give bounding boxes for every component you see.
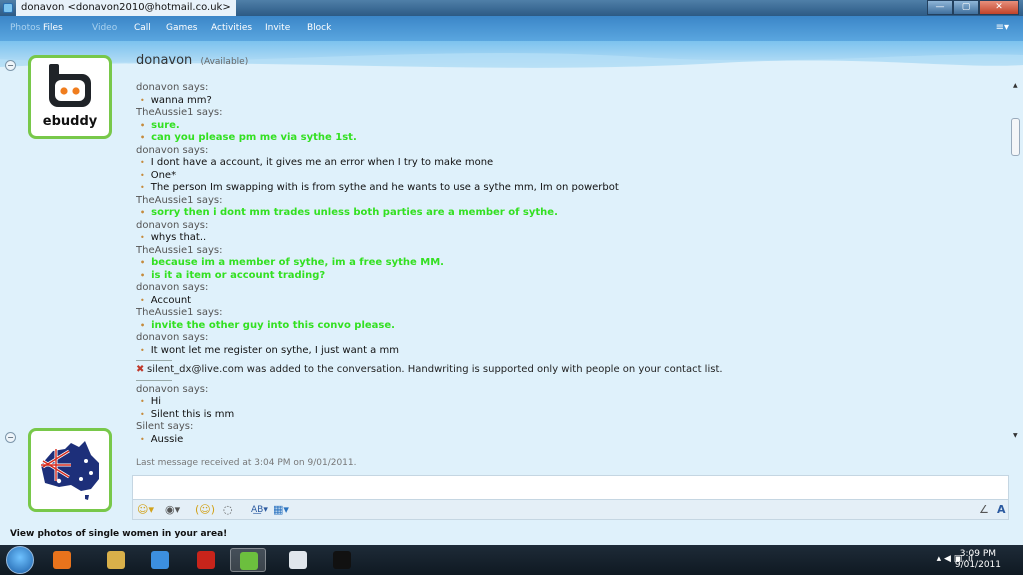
messenger-icon [240, 552, 258, 570]
sender-label: TheAussie1 says: [136, 194, 223, 206]
close-button[interactable]: ✕ [979, 0, 1019, 15]
text-mode-icon[interactable]: A [997, 502, 1006, 518]
collapse-bottom-button[interactable]: − [5, 432, 16, 443]
sender-label: Silent says: [136, 421, 194, 432]
maximize-button[interactable]: ▢ [953, 0, 979, 15]
command-prompt-icon [333, 551, 351, 569]
separator [136, 379, 172, 381]
scroll-down-arrow[interactable]: ▼ [1013, 432, 1018, 439]
chat-message: wanna mm? [136, 95, 1006, 108]
contact-added-icon: ✖ [136, 364, 145, 375]
title-bar: donavon <donavon2010@hotmail.co.uk> — ▢ … [0, 0, 1023, 16]
minimize-button[interactable]: — [927, 0, 953, 15]
chat-message: One* [136, 170, 1006, 183]
handwriting-icon[interactable]: ∠ [979, 502, 989, 518]
taskbar-media-player[interactable] [44, 548, 80, 572]
system-notification-text: silent_dx@live.com was added to the conv… [147, 364, 723, 375]
collapse-top-button[interactable]: − [5, 60, 16, 71]
chat-message: It wont let me register on sythe, I just… [136, 345, 1006, 358]
sender-label: TheAussie1 says: [136, 244, 223, 256]
sender-label: donavon says: [136, 282, 209, 293]
toolbar-call[interactable]: Call [134, 16, 151, 41]
chat-message: Aussie [136, 434, 1006, 447]
taskbar-messenger[interactable] [230, 548, 266, 572]
explorer-icon [107, 551, 125, 569]
chat-message: whys that.. [136, 232, 1006, 245]
toolbar-video[interactable]: Video [92, 16, 117, 41]
sender-label: donavon says: [136, 383, 209, 395]
last-message-info: Last message received at 3:04 PM on 9/01… [136, 458, 357, 468]
toolbar-block[interactable]: Block [307, 16, 331, 41]
sender-label: TheAussie1 says: [136, 107, 223, 118]
start-button[interactable] [6, 546, 34, 574]
conversation-history[interactable]: donavon says:wanna mm?TheAussie1 says:su… [136, 82, 1006, 455]
window-title: donavon <donavon2010@hotmail.co.uk> [16, 0, 236, 16]
chat-message: sure. [136, 120, 1006, 133]
sender-label: donavon says: [136, 219, 209, 231]
window-app-icon [289, 551, 307, 569]
windows-taskbar: ▴ ◀ ▣ .ıl 3:09 PM 9/01/2011 [0, 545, 1023, 575]
contact-name: donavon (Available) [136, 53, 248, 68]
font-icon[interactable]: A͟B▾ [251, 502, 268, 518]
chat-message: sorry then i dont mm trades unless both … [136, 207, 1006, 220]
sender-label: donavon says: [136, 82, 209, 93]
system-notification: ✖ silent_dx@live.com was added to the con… [136, 364, 1006, 377]
conversation-toolbar: Photos Files Video Call Games Activities… [0, 16, 1023, 41]
toolbar-invite[interactable]: Invite [265, 16, 290, 41]
system-clock[interactable]: 3:09 PM 9/01/2011 [955, 549, 1001, 571]
taskbar-command-prompt[interactable] [324, 548, 360, 572]
chat-message: because im a member of sythe, im a free … [136, 257, 1006, 270]
my-avatar[interactable]: ebuddy [28, 55, 112, 139]
australia-map-picture [41, 441, 99, 500]
contact-avatar[interactable] [28, 428, 112, 512]
taskbar-window-app[interactable] [280, 548, 316, 572]
taskbar-internet-explorer[interactable] [142, 548, 178, 572]
chat-message: Silent this is mm [136, 409, 1006, 422]
clock-date: 9/01/2011 [954, 560, 1001, 570]
chat-message: invite the other guy into this convo ple… [136, 320, 1006, 333]
sender-label: donavon says: [136, 144, 209, 156]
ebuddy-wordmark: ebuddy [42, 114, 98, 129]
toolbar-photos[interactable]: Photos [10, 16, 40, 41]
background-icon[interactable]: ▦▾ [273, 502, 289, 518]
voice-clip-icon[interactable]: ◌ [223, 502, 233, 518]
chat-message: Account [136, 295, 1006, 308]
separator [136, 360, 172, 361]
chat-message: The person Im swapping with is from syth… [136, 182, 1006, 195]
toolbar-activities[interactable]: Activities [211, 16, 252, 41]
clock-time: 3:09 PM [959, 549, 997, 559]
scroll-thumb[interactable] [1011, 118, 1020, 156]
chat-message: is it a item or account trading? [136, 270, 1006, 283]
media-player-icon [53, 551, 71, 569]
scroll-up-arrow[interactable]: ▲ [1013, 82, 1018, 89]
sender-label: donavon says: [136, 332, 209, 343]
internet-explorer-icon [151, 551, 169, 569]
window-controls: — ▢ ✕ [927, 0, 1019, 16]
emoticon-icon[interactable]: ☺▾ [137, 502, 154, 518]
conversation-scrollbar[interactable]: ▲ ▼ [1011, 82, 1021, 455]
sender-label: TheAussie1 says: [136, 307, 223, 318]
messenger-icon [3, 3, 13, 13]
menu-icon[interactable]: ≡▾ [996, 22, 1009, 33]
input-toolbar: ☺▾ ◉▾ (☺) ◌ A͟B▾ ▦▾ ∠ A [132, 500, 1009, 520]
message-input[interactable] [132, 475, 1009, 500]
taskbar-explorer[interactable] [98, 548, 134, 572]
chat-message: I dont have a account, it gives me an er… [136, 157, 1006, 170]
chat-message: Hi [136, 396, 1006, 409]
toolbar-files[interactable]: Files [43, 16, 63, 41]
contact-status: (Available) [200, 57, 249, 67]
wink-icon[interactable]: ◉▾ [165, 502, 180, 518]
taskbar-adobe-reader[interactable] [188, 548, 224, 572]
adobe-reader-icon [197, 551, 215, 569]
toolbar-games[interactable]: Games [166, 16, 197, 41]
nudge-icon[interactable]: (☺) [195, 502, 215, 518]
chat-message: can you please pm me via sythe 1st. [136, 132, 1006, 145]
contact-display-name: donavon [136, 53, 193, 68]
ad-link[interactable]: View photos of single women in your area… [10, 529, 227, 539]
